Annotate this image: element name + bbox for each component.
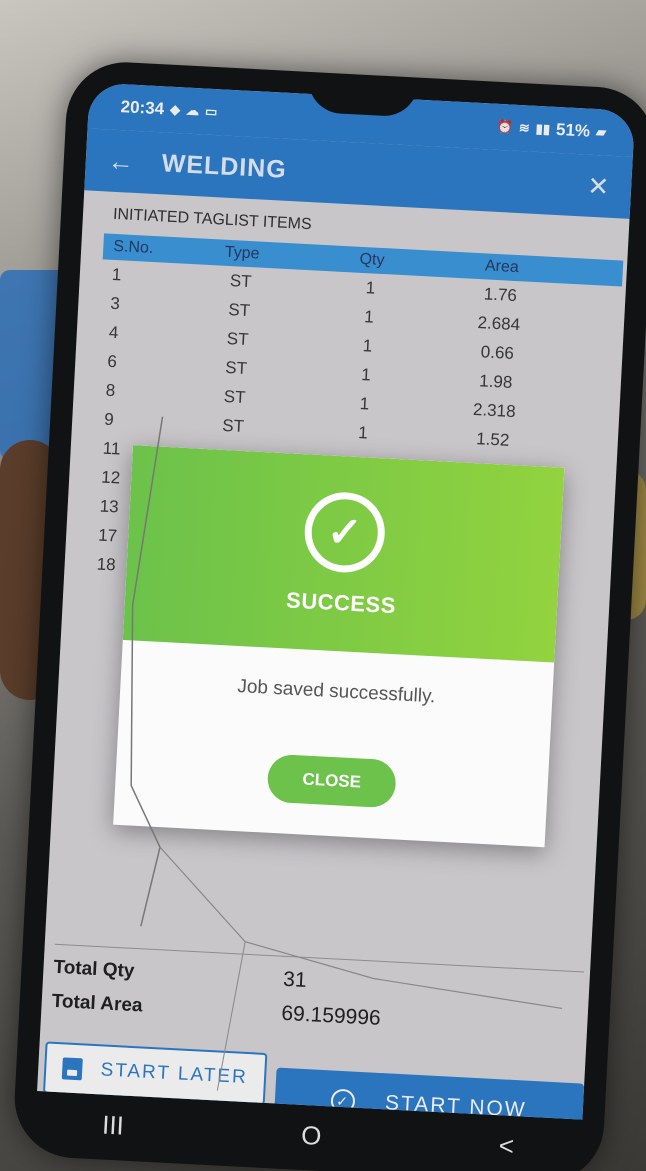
phone-device: 20:34 ◆ ☁ ▭ ⏰ ≋ ▮▮ 51% ▰ ← WELDING ✕ INI… (11, 59, 646, 1171)
success-dialog: ✓ SUCCESS Job saved successfully. CLOSE (113, 445, 565, 848)
success-check-icon: ✓ (302, 489, 387, 574)
recents-nav-button[interactable]: III (101, 1109, 124, 1141)
dialog-close-button[interactable]: CLOSE (266, 753, 397, 809)
dialog-header: ✓ SUCCESS (122, 445, 565, 663)
dialog-title: SUCCESS (285, 586, 397, 618)
home-nav-button[interactable]: O (300, 1119, 322, 1151)
dialog-message: Job saved successfully. (236, 675, 436, 708)
back-nav-button[interactable]: < (498, 1130, 515, 1162)
phone-screen: 20:34 ◆ ☁ ▭ ⏰ ≋ ▮▮ 51% ▰ ← WELDING ✕ INI… (37, 82, 636, 1120)
